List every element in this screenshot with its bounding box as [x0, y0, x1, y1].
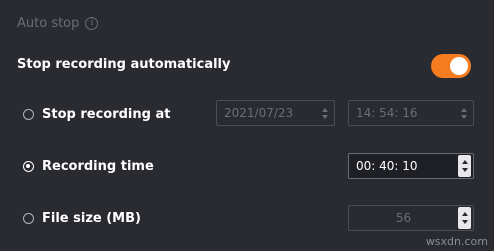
- time-spinner[interactable]: [459, 103, 469, 123]
- stop-at-time-value: 14: 54: 16: [356, 106, 418, 120]
- chevron-down-icon[interactable]: [322, 114, 328, 119]
- chevron-up-icon[interactable]: [461, 107, 467, 112]
- file-size-spinner[interactable]: [458, 207, 471, 229]
- file-size-radio[interactable]: [23, 212, 34, 224]
- option-file-size[interactable]: File size (MB): [23, 208, 141, 228]
- chevron-down-icon[interactable]: [461, 114, 467, 119]
- watermark: wsxdn.com: [425, 235, 488, 248]
- chevron-up-icon[interactable]: [461, 212, 468, 216]
- chevron-up-icon[interactable]: [461, 160, 468, 164]
- recording-time-value: 00: 40: 10: [356, 159, 418, 173]
- stop-at-time-field[interactable]: 14: 54: 16: [348, 100, 474, 126]
- recording-time-spinner[interactable]: [458, 155, 471, 177]
- date-spinner[interactable]: [320, 103, 330, 123]
- option-stop-recording-at[interactable]: Stop recording at: [23, 104, 170, 124]
- auto-stop-toggle[interactable]: [431, 54, 471, 78]
- file-size-field[interactable]: 56: [348, 205, 474, 231]
- chevron-up-icon[interactable]: [322, 107, 328, 112]
- recording-time-label: Recording time: [42, 158, 154, 174]
- option-recording-time[interactable]: Recording time: [23, 156, 154, 176]
- stop-at-date-field[interactable]: 2021/07/23: [216, 100, 335, 126]
- stop-recording-automatically-label: Stop recording automatically: [17, 57, 231, 72]
- info-icon[interactable]: i: [85, 16, 99, 30]
- chevron-down-icon[interactable]: [461, 220, 468, 224]
- chevron-down-icon[interactable]: [461, 168, 468, 172]
- recording-time-field[interactable]: 00: 40: 10: [348, 153, 474, 179]
- recording-time-radio[interactable]: [23, 160, 34, 172]
- stop-at-label: Stop recording at: [42, 106, 171, 122]
- toggle-knob: [450, 57, 468, 75]
- auto-stop-header: Auto stop i: [17, 13, 99, 33]
- file-size-value: 56: [395, 211, 412, 225]
- file-size-label: File size (MB): [42, 210, 141, 226]
- stop-at-radio[interactable]: [23, 108, 34, 120]
- stop-at-date-value: 2021/07/23: [224, 106, 294, 120]
- section-title: Auto stop: [17, 15, 80, 31]
